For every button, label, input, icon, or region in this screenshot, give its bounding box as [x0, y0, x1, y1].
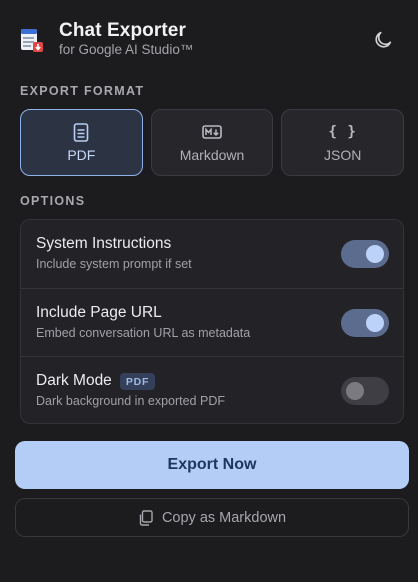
format-selector: PDF Markdown { } JSON [20, 109, 405, 176]
options-label: OPTIONS [20, 194, 86, 208]
toggle-knob [366, 245, 384, 263]
markdown-icon [202, 122, 222, 142]
export-format-label: EXPORT FORMAT [20, 84, 145, 98]
format-option-pdf[interactable]: PDF [20, 109, 143, 176]
export-now-button[interactable]: Export Now [15, 441, 409, 489]
option-title: Dark Mode [36, 372, 112, 389]
format-label-json: JSON [324, 147, 362, 163]
copy-as-markdown-label: Copy as Markdown [161, 509, 287, 526]
copy-icon [139, 509, 153, 526]
dark-mode-toggle[interactable] [341, 377, 389, 405]
app-subtitle: for Google AI Studio™ [59, 42, 194, 57]
option-description: Dark background in exported PDF [36, 394, 225, 408]
extension-popup: Chat Exporter for Google AI Studio™ EXPO… [0, 0, 418, 582]
option-title: Include Page URL [36, 304, 162, 321]
system-instructions-toggle[interactable] [341, 240, 389, 268]
option-description: Include system prompt if set [36, 257, 192, 271]
document-export-icon [21, 29, 43, 52]
format-option-json[interactable]: { } JSON [281, 109, 405, 176]
pdf-badge: PDF [119, 372, 156, 390]
option-include-page-url: Include Page URL Embed conversation URL … [21, 288, 403, 356]
option-description: Embed conversation URL as metadata [36, 326, 251, 340]
moon-icon[interactable] [372, 29, 394, 51]
options-panel: System Instructions Include system promp… [20, 219, 404, 424]
document-icon [73, 122, 89, 142]
option-system-instructions: System Instructions Include system promp… [21, 220, 403, 288]
format-label-markdown: Markdown [179, 147, 245, 163]
option-title: System Instructions [36, 235, 172, 252]
header: Chat Exporter for Google AI Studio™ [0, 0, 418, 78]
option-dark-mode: Dark Mode PDF Dark background in exporte… [21, 356, 403, 424]
copy-as-markdown-button[interactable]: Copy as Markdown [15, 498, 409, 537]
toggle-knob [346, 382, 364, 400]
app-title: Chat Exporter [59, 20, 186, 41]
format-label-pdf: PDF [67, 147, 96, 163]
toggle-knob [366, 314, 384, 332]
json-braces-icon: { } [328, 124, 357, 140]
format-option-markdown[interactable]: Markdown [150, 109, 274, 176]
include-page-url-toggle[interactable] [341, 309, 389, 337]
